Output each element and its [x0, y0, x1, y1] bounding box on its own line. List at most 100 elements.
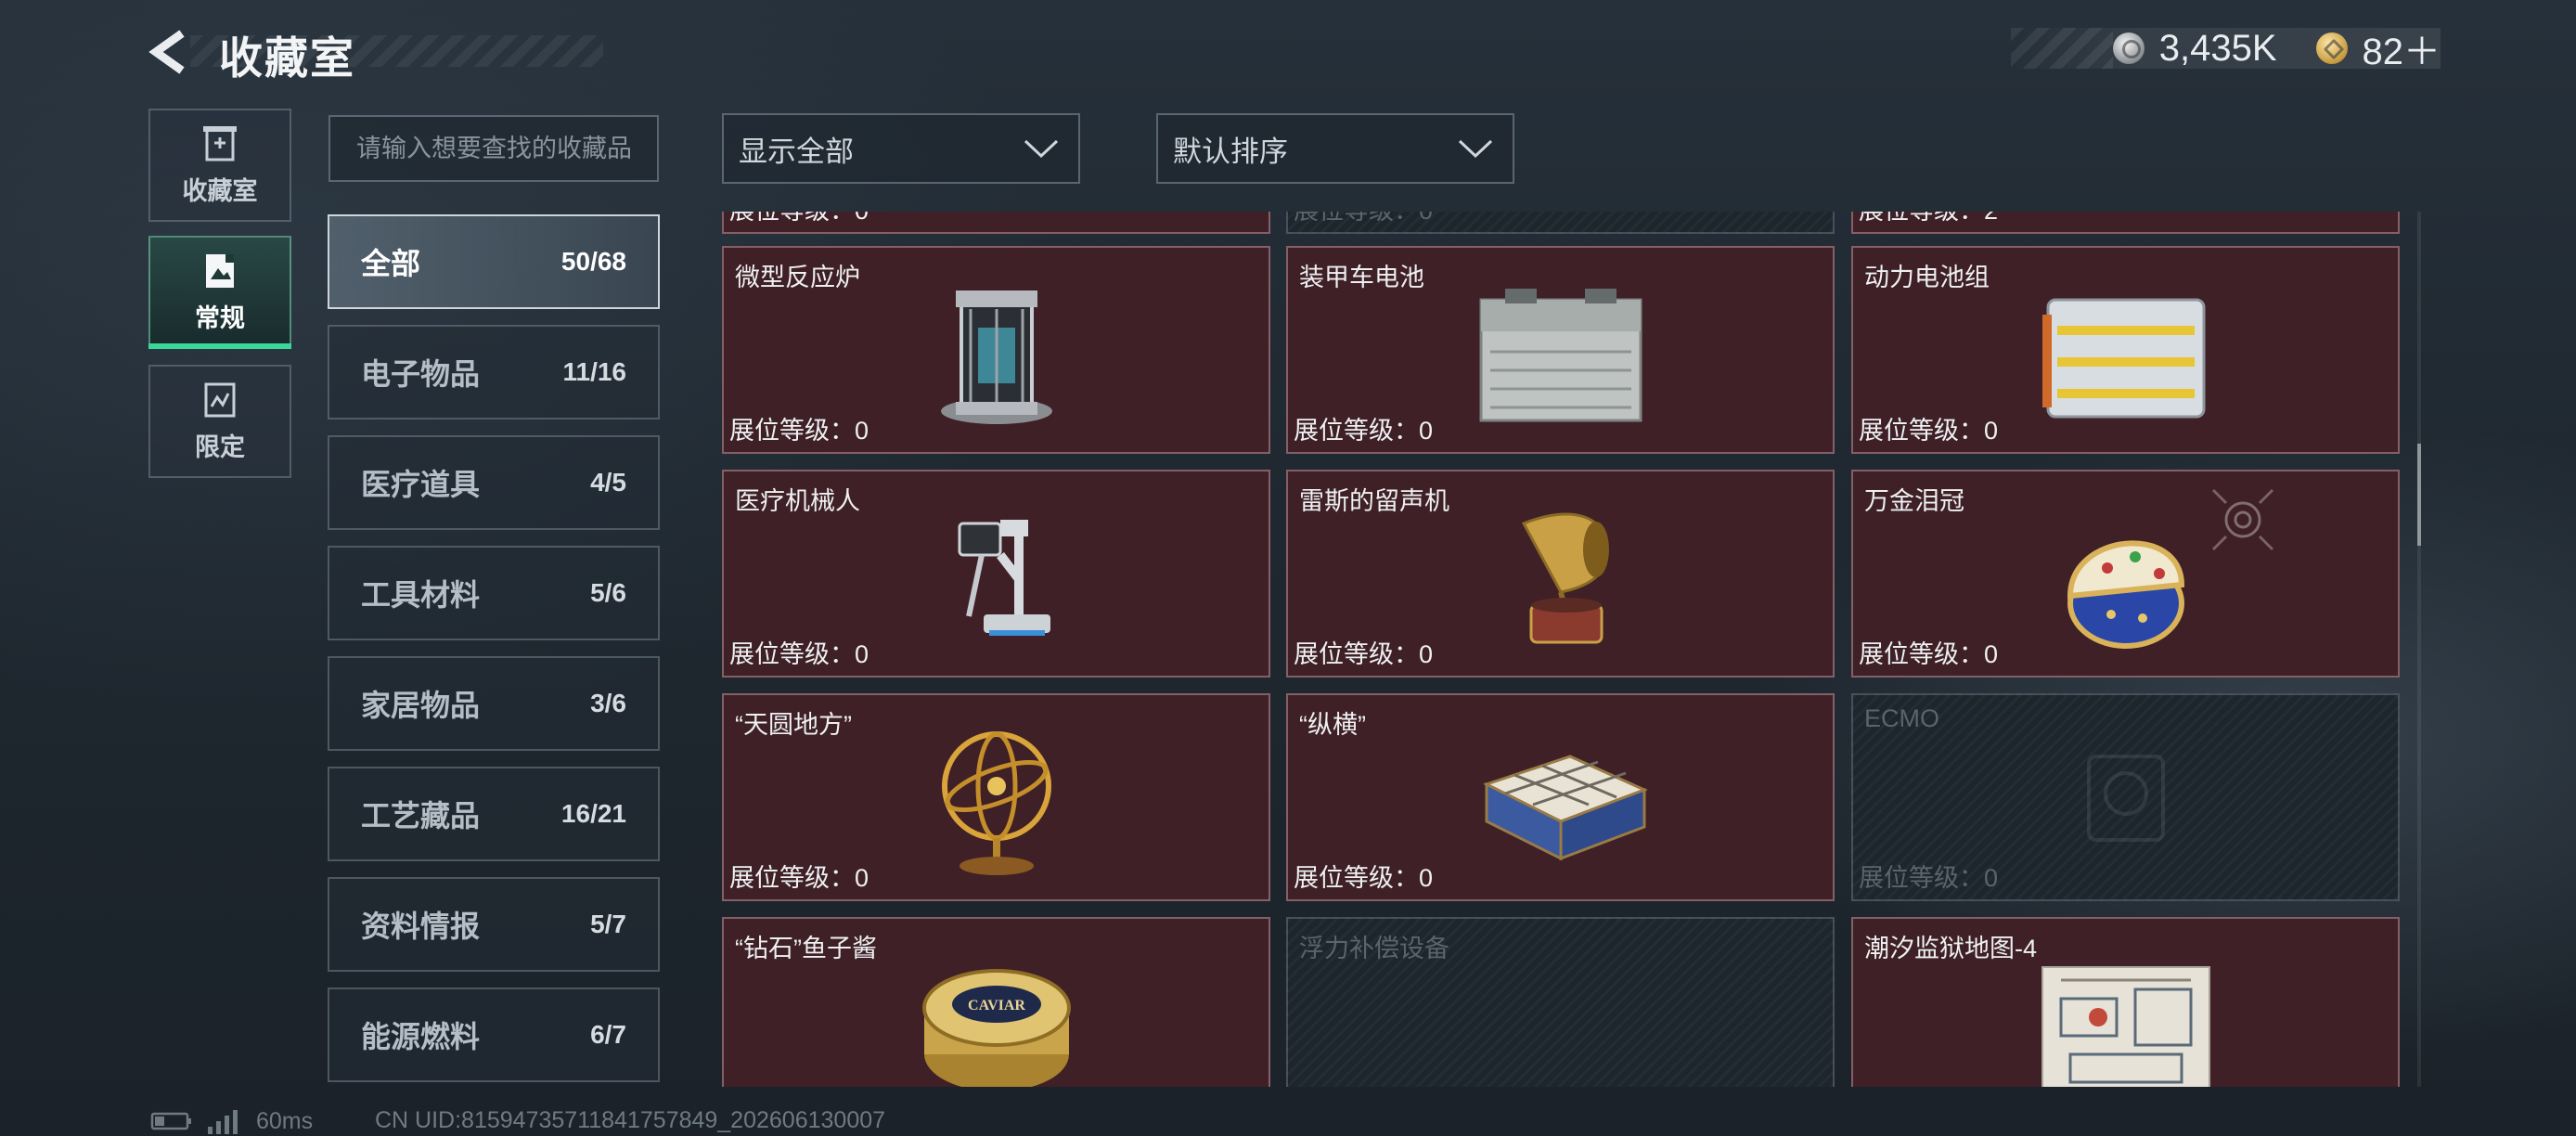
user-uid: CN UID:815947357118417578​49_20260613000… — [375, 1107, 886, 1133]
collection-card[interactable]: 展位等级：0 — [1286, 212, 1835, 234]
category-name: 电子物品 — [361, 357, 481, 391]
grid-scrollbar[interactable] — [2417, 212, 2421, 1087]
regular-icon — [206, 253, 234, 288]
category-name: 能源燃料 — [361, 1020, 481, 1053]
category-intel[interactable]: 资料情报 5/7 — [328, 877, 660, 972]
card-level: 展位等级：0 — [729, 864, 869, 892]
collection-card[interactable]: 微型反应炉 展位等级：0 — [722, 246, 1270, 454]
collection-card[interactable]: “天圆地方” 展位等级：0 — [722, 693, 1270, 901]
sort-value: 默认排序 — [1173, 135, 1288, 168]
collection-card[interactable]: 动力电池组 展位等级：0 — [1851, 246, 2400, 454]
rail-tab-label: 限定 — [195, 432, 245, 461]
rail-tab-limited[interactable]: 限定 — [148, 365, 291, 478]
display-filter-dropdown[interactable]: 显示全部 — [722, 113, 1080, 184]
limited-icon — [204, 382, 236, 417]
card-name: 动力电池组 — [1864, 264, 1990, 291]
category-count: 5/6 — [590, 578, 626, 607]
card-level: 展位等级：0 — [1294, 417, 1434, 445]
card-name: 装甲车电池 — [1299, 264, 1424, 291]
category-name: 工艺藏品 — [361, 799, 481, 833]
collection-card[interactable]: 雷斯的留声机 展位等级：0 — [1286, 470, 1835, 678]
category-count: 16/21 — [560, 799, 626, 828]
collection-grid[interactable]: 展位等级：0 展位等级：0 展位等级：2 微型反应炉 展位等级：0 装甲车电池 … — [719, 212, 2404, 1087]
card-name: 浮力补偿设备 — [1299, 935, 1449, 962]
card-name: 雷斯的留声机 — [1299, 487, 1449, 515]
card-level: 展位等级：0 — [1294, 640, 1434, 668]
medical-robot-icon — [958, 520, 1050, 636]
silver-coin-amount: 3,435K — [2158, 27, 2277, 69]
search-input[interactable] — [354, 133, 633, 164]
card-name: “钻石”鱼子酱 — [735, 935, 877, 962]
collection-card[interactable]: “纵横” 展位等级：0 — [1286, 693, 1835, 901]
category-name: 工具材料 — [361, 578, 481, 612]
category-energy[interactable]: 能源燃料 6/7 — [328, 988, 660, 1082]
prison-map-icon — [2041, 966, 2210, 1087]
category-all[interactable]: 全部 50/68 — [328, 214, 660, 309]
gold-coin-icon — [2315, 32, 2348, 64]
page-title: 收藏室 — [219, 33, 355, 83]
card-name: “纵横” — [1299, 711, 1366, 739]
card-level: 展位等级：0 — [1859, 640, 1999, 668]
currency-bar: 3,435K 82＋ — [2010, 27, 2441, 72]
category-medical[interactable]: 医疗道具 4/5 — [328, 435, 660, 530]
collection-card[interactable]: CAVIAR “钻石”鱼子酱 — [722, 917, 1270, 1087]
battery-icon — [150, 1112, 191, 1130]
collection-card[interactable]: 装甲车电池 展位等级：0 — [1286, 246, 1835, 454]
caviar-label: CAVIAR — [968, 998, 1025, 1013]
collection-card[interactable]: 潮汐监狱地图-4 — [1851, 917, 2400, 1087]
card-name: 潮汐监狱地图-4 — [1864, 935, 2038, 962]
sort-dropdown[interactable]: 默认排序 — [1156, 113, 1514, 184]
card-name: 万金泪冠 — [1864, 487, 1964, 515]
category-name: 家居物品 — [361, 689, 481, 722]
battery-pack-icon — [2041, 298, 2205, 419]
collection-card[interactable]: 万金泪冠 展位等级：0 — [1851, 470, 2400, 678]
card-level: 展位等级：0 — [729, 212, 869, 226]
scrollbar-thumb[interactable] — [2417, 444, 2421, 546]
vehicle-battery-icon — [1479, 289, 1642, 422]
ecmo-silhouette-icon — [2086, 755, 2165, 842]
search-box[interactable] — [328, 115, 659, 182]
micro-reactor-icon — [940, 290, 1052, 424]
currency-stripes — [2010, 28, 2113, 69]
card-name: 微型反应炉 — [735, 264, 860, 291]
gramophone-icon — [1521, 512, 1609, 644]
back-button[interactable] — [147, 28, 193, 76]
card-level: 展位等级：2 — [1859, 212, 1998, 226]
card-level: 展位等级：0 — [1859, 864, 1999, 892]
category-tools[interactable]: 工具材料 5/6 — [328, 546, 660, 640]
armillary-sphere-icon — [941, 731, 1051, 875]
category-name: 资料情报 — [361, 910, 481, 943]
back-arrow-icon — [148, 30, 185, 74]
chevron-down-icon — [1024, 139, 1059, 159]
category-count: 3/6 — [590, 689, 626, 717]
card-level: 展位等级：0 — [729, 640, 869, 668]
jeweled-egg-icon — [2067, 540, 2184, 649]
category-count: 5/7 — [590, 910, 626, 938]
card-level: 展位等级：0 — [729, 417, 869, 445]
category-count: 50/68 — [560, 247, 626, 276]
collection-card[interactable]: 展位等级：2 — [1851, 212, 2400, 234]
rail-tab-collection-room[interactable]: 收藏室 — [148, 109, 291, 222]
category-name: 全部 — [361, 247, 421, 280]
card-name: 医疗机械人 — [735, 487, 860, 515]
rail-tab-label: 收藏室 — [182, 176, 258, 205]
signal-icon — [208, 1110, 238, 1134]
collection-card[interactable]: 展位等级：0 — [722, 212, 1270, 234]
card-level: 展位等级：0 — [1294, 864, 1434, 892]
category-electronics[interactable]: 电子物品 11/16 — [328, 325, 660, 420]
rail-tab-regular[interactable]: 常规 — [148, 236, 291, 349]
category-count: 6/7 — [590, 1020, 626, 1049]
collection-card-locked[interactable]: ECMO 展位等级：0 — [1851, 693, 2400, 901]
card-level: 展位等级：0 — [1859, 417, 1999, 445]
collection-card[interactable]: 医疗机械人 展位等级：0 — [722, 470, 1270, 678]
card-name: ECMO — [1864, 704, 1939, 732]
chevron-down-icon — [1458, 139, 1493, 159]
collection-card-locked[interactable]: 浮力补偿设备 — [1286, 917, 1835, 1087]
chess-box-icon — [1482, 755, 1648, 861]
silver-coin-icon — [2112, 32, 2145, 64]
collection-room-icon — [203, 125, 237, 161]
card-name: “天圆地方” — [735, 711, 852, 739]
category-household[interactable]: 家居物品 3/6 — [328, 656, 660, 751]
card-level: 展位等级：0 — [1294, 212, 1433, 226]
category-crafts[interactable]: 工艺藏品 16/21 — [328, 767, 660, 861]
